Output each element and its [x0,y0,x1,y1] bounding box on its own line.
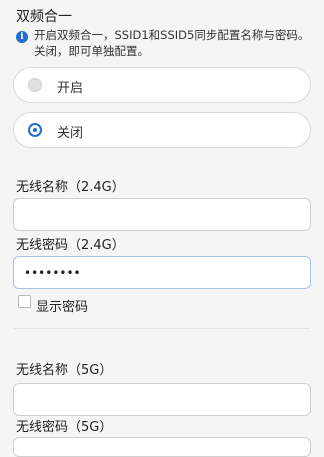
radio-disable-label: 关闭 [57,126,84,141]
ssid-5g-label: 无线名称（5G） [16,363,113,378]
show-password-label: 显示密码 [36,300,89,315]
password-24g-input[interactable] [13,256,311,289]
ssid-24g-label: 无线名称（2.4G） [16,180,125,195]
password-5g-input[interactable] [13,437,311,457]
radio-enable-label: 开启 [57,81,84,96]
show-password-checkbox[interactable] [18,295,31,308]
ssid-24g-input[interactable] [13,198,311,231]
password-5g-label: 无线密码（5G） [16,420,113,435]
dual-band-info-text: 开启双频合一，SSID1和SSID5同步配置名称与密码。关闭，即可单独配置。 [34,28,310,58]
radio-option-disable[interactable]: 关闭 [13,112,311,148]
radio-selected-icon[interactable] [28,123,42,137]
dual-band-title: 双频合一 [16,9,72,25]
info-icon: i [16,31,28,43]
ssid-5g-input[interactable] [13,383,311,416]
radio-unselected-icon[interactable] [28,78,42,92]
password-24g-label: 无线密码（2.4G） [16,238,125,253]
radio-option-enable[interactable]: 开启 [13,67,311,103]
section-divider [14,328,310,329]
